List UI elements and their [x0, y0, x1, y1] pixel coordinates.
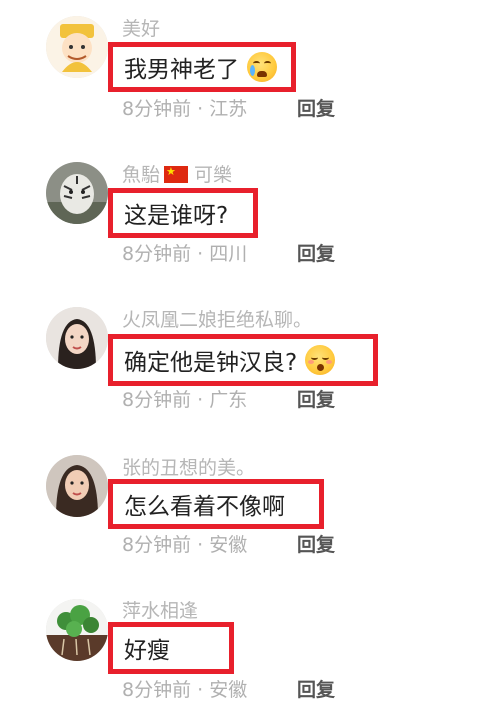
avatar[interactable]	[46, 599, 108, 661]
reply-button[interactable]: 回复	[297, 388, 335, 412]
china-flag-icon	[164, 163, 189, 183]
comment-text-highlight: 这是谁呀?	[108, 188, 258, 238]
comment-text-highlight: 怎么看着不像啊	[108, 479, 324, 529]
avatar[interactable]	[46, 307, 108, 369]
reply-button[interactable]: 回复	[297, 242, 335, 266]
comment-time: 8分钟前	[122, 534, 192, 556]
username[interactable]: 魚駘 可樂	[122, 163, 232, 187]
comment-location: 广东	[209, 389, 248, 411]
comment-time: 8分钟前	[122, 389, 192, 411]
comment-text-highlight: 我男神老了	[108, 42, 296, 92]
comment-meta: 8分钟前 · 广东	[122, 388, 247, 412]
meta-separator: ·	[191, 679, 210, 701]
comment-text: 这是谁呀?	[124, 203, 229, 229]
username[interactable]: 萍水相逢	[122, 599, 198, 623]
username-suffix: 可樂	[194, 164, 233, 186]
username[interactable]: 美好	[122, 17, 160, 41]
sleepy-face-icon	[305, 345, 336, 375]
reply-button[interactable]: 回复	[297, 97, 335, 121]
meta-separator: ·	[191, 243, 210, 265]
comment-text: 怎么看着不像啊	[124, 494, 285, 520]
comment-location: 江苏	[209, 98, 248, 120]
avatar[interactable]	[46, 455, 108, 517]
comment-text: 确定他是钟汉良?	[124, 350, 298, 376]
comment-meta: 8分钟前 · 安徽	[122, 533, 247, 557]
comment-time: 8分钟前	[122, 98, 192, 120]
loudly-crying-face-icon	[247, 52, 277, 82]
meta-separator: ·	[191, 389, 210, 411]
avatar[interactable]	[46, 16, 108, 78]
comment-text-highlight: 确定他是钟汉良?	[108, 334, 378, 386]
comment-location: 安徽	[209, 679, 248, 701]
avatar[interactable]	[46, 162, 108, 224]
meta-separator: ·	[191, 534, 210, 556]
reply-button[interactable]: 回复	[297, 533, 335, 557]
comment-meta: 8分钟前 · 江苏	[122, 97, 247, 121]
comment-location: 四川	[209, 243, 248, 265]
comment-text-highlight: 好瘦	[108, 622, 234, 674]
comment-location: 安徽	[209, 534, 248, 556]
comment-meta: 8分钟前 · 安徽	[122, 678, 247, 702]
meta-separator: ·	[191, 98, 210, 120]
username[interactable]: 火凤凰二娘拒绝私聊。	[122, 308, 312, 332]
comment-time: 8分钟前	[122, 679, 192, 701]
username[interactable]: 张的丑想的美。	[122, 456, 255, 480]
comment-time: 8分钟前	[122, 243, 192, 265]
comment-text: 好瘦	[124, 638, 170, 664]
comment-meta: 8分钟前 · 四川	[122, 242, 247, 266]
comment-text: 我男神老了	[124, 57, 239, 83]
reply-button[interactable]: 回复	[297, 678, 335, 702]
username-prefix: 魚駘	[122, 164, 161, 186]
